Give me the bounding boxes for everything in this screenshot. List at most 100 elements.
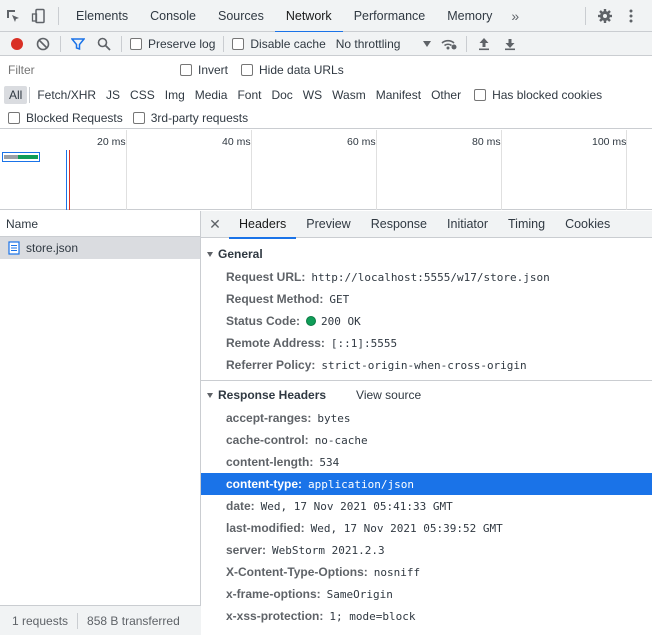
header-row[interactable]: date: Wed, 17 Nov 2021 05:41:33 GMT [201,495,652,517]
header-value: 1; mode=block [329,609,416,623]
preserve-log-checkbox[interactable]: Preserve log [130,37,215,51]
header-row[interactable]: Referrer Policy: strict-origin-when-cros… [201,354,652,376]
type-media[interactable]: Media [190,86,233,104]
third-party-checkbox[interactable]: 3rd-party requests [132,110,249,125]
header-key: Remote Address: [226,336,325,350]
network-overview[interactable]: 20 ms 40 ms 60 ms 80 ms 100 ms [0,130,652,210]
header-row[interactable]: Request URL: http://localhost:5555/w17/s… [201,266,652,288]
clear-icon[interactable] [30,32,56,56]
filter-icon[interactable] [65,32,91,56]
throttling-select[interactable]: No throttling [336,37,433,51]
gear-icon[interactable] [592,0,618,32]
header-key: Status Code: [226,314,301,328]
status-ok-icon [306,316,317,326]
header-row[interactable]: Remote Address: [::1]:5555 [201,332,652,354]
device-toolbar-icon[interactable] [26,0,52,32]
has-blocked-cookies-checkbox[interactable]: Has blocked cookies [474,88,602,102]
network-conditions-icon[interactable] [436,32,462,56]
header-value: bytes [317,411,351,425]
tab-memory[interactable]: Memory [436,0,503,32]
tick-label: 40 ms [222,136,251,148]
header-row[interactable]: content-length: 534 [201,451,652,473]
type-doc[interactable]: Doc [266,86,297,104]
request-bar-queue [4,155,18,159]
response-headers-section-toggle[interactable]: Response Headers View source [201,383,652,407]
type-other[interactable]: Other [426,86,466,104]
header-row[interactable]: X-Content-Type-Options: nosniff [201,561,652,583]
general-section-toggle[interactable]: General [201,242,652,266]
header-key: last-modified: [226,521,305,535]
checkbox-box[interactable] [241,64,254,76]
type-js[interactable]: JS [101,86,125,104]
header-key: content-length: [226,455,314,469]
header-value: WebStorm 2021.2.3 [272,543,385,557]
checkbox-box[interactable] [474,89,487,101]
tab-performance[interactable]: Performance [343,0,437,32]
has-blocked-cookies-label: Has blocked cookies [492,88,603,102]
export-har-icon[interactable] [497,32,523,56]
more-tabs-icon[interactable]: » [503,8,527,24]
tab-sources[interactable]: Sources [207,0,275,32]
type-manifest[interactable]: Manifest [371,86,426,104]
invert-checkbox[interactable]: Invert [180,63,228,77]
record-icon[interactable] [4,32,30,56]
search-icon[interactable] [91,32,117,56]
separator [58,6,59,25]
header-row[interactable]: server: WebStorm 2021.2.3 [201,539,652,561]
type-img[interactable]: Img [160,86,190,104]
tab-headers[interactable]: Headers [229,211,297,239]
type-wasm[interactable]: Wasm [327,86,371,104]
header-key: X-Content-Type-Options: [226,565,368,579]
kebab-menu-icon[interactable] [618,0,644,32]
grid-line [376,130,377,210]
section-divider [201,380,652,381]
header-row[interactable]: cache-control: no-cache [201,429,652,451]
tab-timing[interactable]: Timing [498,211,555,238]
header-row[interactable]: Request Method: GET [201,288,652,310]
type-ws[interactable]: WS [298,86,327,104]
header-row[interactable]: x-frame-options: SameOrigin [201,583,652,605]
dom-content-loaded-line [66,150,67,210]
checkbox-box[interactable] [8,111,20,124]
third-party-label: 3rd-party requests [150,110,249,125]
tick-label: 60 ms [347,136,376,148]
type-fetch-xhr[interactable]: Fetch/XHR [32,86,101,104]
header-key: Referrer Policy: [226,358,316,372]
tab-elements[interactable]: Elements [65,0,139,32]
header-row[interactable]: Status Code: 200 OK [201,310,652,332]
checkbox-box[interactable] [130,37,142,50]
preserve-log-label: Preserve log [148,36,216,51]
checkbox-box[interactable] [132,111,145,124]
throttling-value: No throttling [335,36,401,51]
tab-network[interactable]: Network [274,0,343,33]
tab-cookies[interactable]: Cookies [555,211,620,238]
header-row-selected[interactable]: content-type: application/json [201,473,652,495]
header-row[interactable]: last-modified: Wed, 17 Nov 2021 05:39:52… [201,517,652,539]
details-tabbar: ✕ Headers Preview Response Initiator Tim… [201,211,652,239]
header-row[interactable]: accept-ranges: bytes [201,407,652,429]
tab-initiator[interactable]: Initiator [437,211,498,238]
view-source-link[interactable]: View source [356,388,421,402]
grid-line [501,130,502,210]
column-header-name[interactable]: Name [0,211,200,237]
blocked-requests-row: Blocked Requests 3rd-party requests [0,107,652,129]
tick-label: 100 ms [592,136,627,148]
tab-preview[interactable]: Preview [296,211,360,238]
checkbox-box[interactable] [232,37,245,50]
blocked-requests-checkbox[interactable]: Blocked Requests [8,111,123,125]
request-row[interactable]: store.json [0,237,200,259]
inspect-element-icon[interactable] [0,0,26,32]
separator [77,612,79,629]
type-css[interactable]: CSS [125,86,160,104]
close-icon[interactable]: ✕ [201,211,229,238]
disable-cache-checkbox[interactable]: Disable cache [232,37,326,51]
type-all[interactable]: All [4,86,28,104]
import-har-icon[interactable] [471,32,497,56]
tab-response[interactable]: Response [361,211,437,238]
type-font[interactable]: Font [232,86,266,104]
hide-data-urls-checkbox[interactable]: Hide data URLs [241,63,344,77]
checkbox-box[interactable] [180,64,192,76]
tab-console[interactable]: Console [139,0,207,32]
header-row[interactable]: x-xss-protection: 1; mode=block [201,605,652,627]
filter-input[interactable] [4,60,172,80]
